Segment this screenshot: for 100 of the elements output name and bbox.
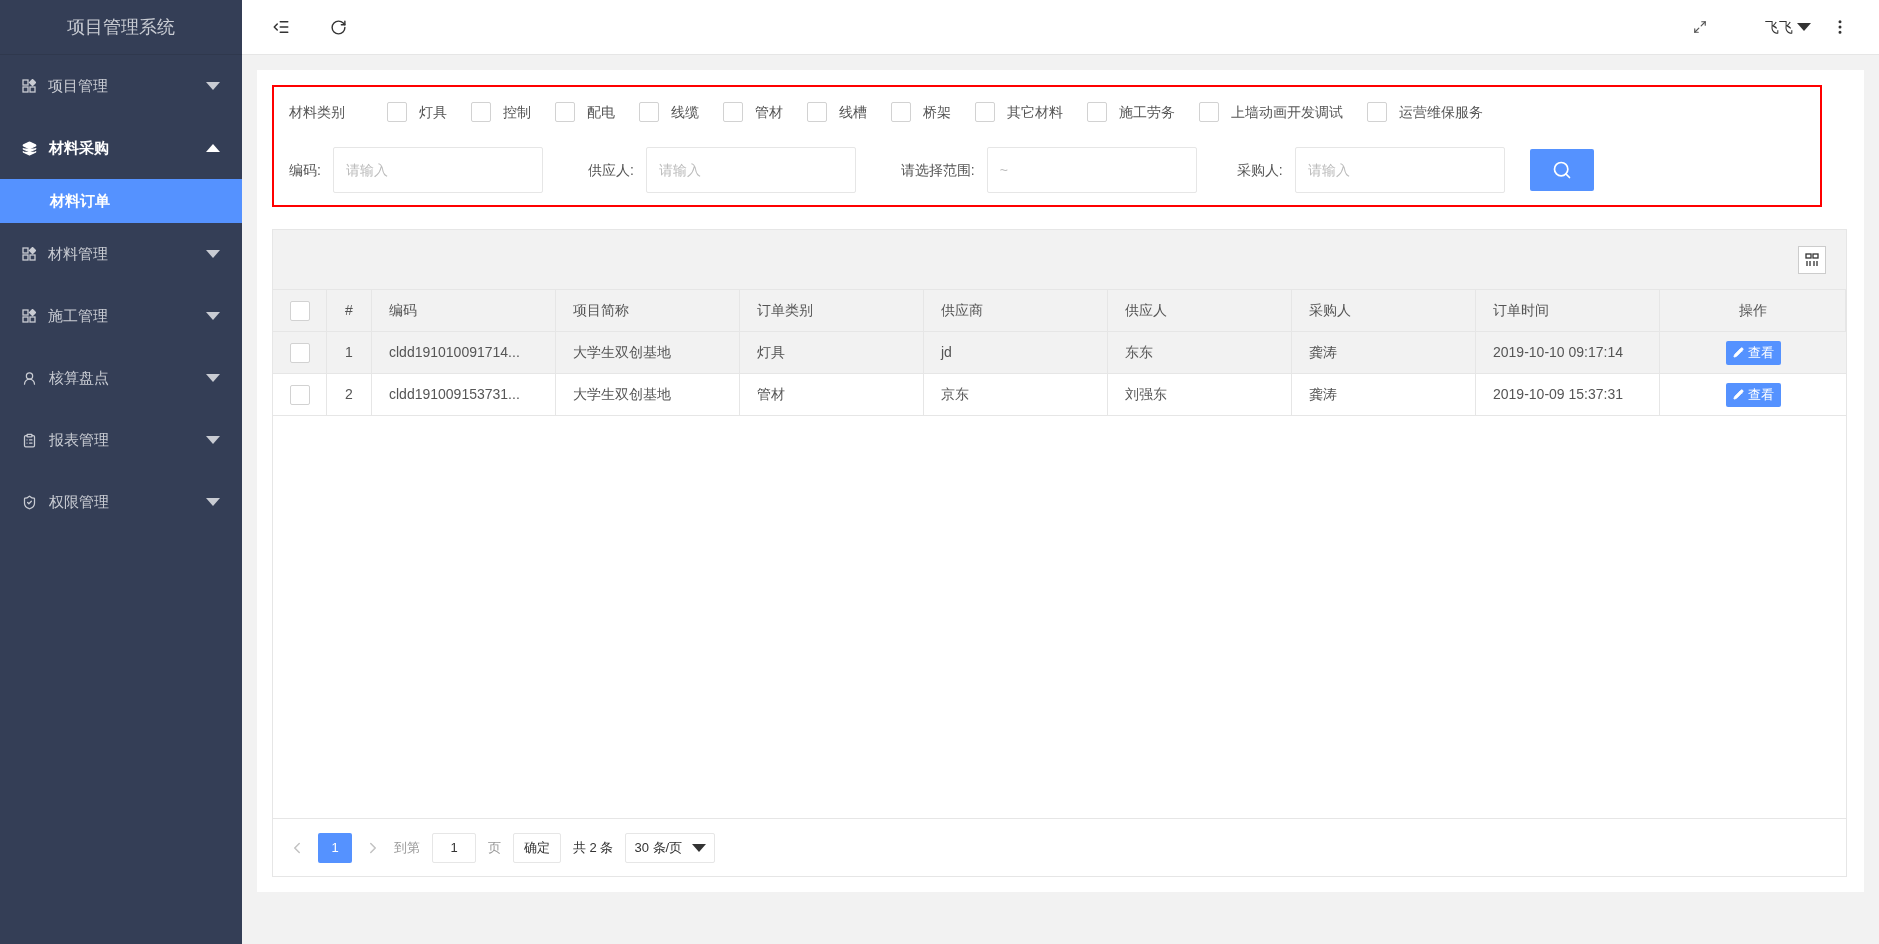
clipboard-icon	[22, 432, 37, 448]
row-checkbox[interactable]	[289, 342, 310, 363]
collapse-menu-icon[interactable]	[272, 18, 290, 36]
table-cell-text: 管材	[757, 385, 785, 404]
category-option[interactable]: 运营维保服务	[1399, 101, 1483, 123]
caret-down-icon	[206, 250, 220, 258]
caret-down-icon	[1797, 23, 1811, 31]
column-header: 订单时间	[1493, 301, 1549, 320]
column-header: 项目简称	[573, 301, 629, 320]
column-header: 编码	[389, 301, 417, 320]
category-label: 材料类别	[289, 102, 345, 122]
search-button[interactable]	[1529, 149, 1594, 191]
pencil-icon	[1732, 347, 1744, 358]
nav-item[interactable]: 材料管理	[0, 223, 242, 285]
columns-toggle-icon[interactable]	[1798, 245, 1826, 274]
caret-down-icon	[206, 498, 220, 506]
fullscreen-icon[interactable]	[1693, 20, 1707, 34]
category-option[interactable]: 线缆	[671, 101, 699, 123]
nav-item[interactable]: 施工管理	[0, 285, 242, 347]
page-unit: 页	[488, 838, 501, 857]
category-option[interactable]: 其它材料	[1007, 101, 1063, 123]
nav-item[interactable]: 权限管理	[0, 471, 242, 533]
user-icon	[22, 370, 37, 386]
column-header: 供应人	[1125, 301, 1167, 320]
input-field[interactable]: 请输入	[1294, 147, 1505, 193]
field-label: 请选择范围:	[900, 160, 975, 180]
select-all-checkbox[interactable]	[289, 300, 310, 321]
page-size-select[interactable]: 30 条/页	[625, 832, 716, 863]
refresh-icon[interactable]	[330, 18, 347, 36]
layers-icon	[22, 140, 37, 156]
table-cell-text: 1	[345, 343, 353, 362]
nav-item[interactable]: 材料采购	[0, 117, 242, 179]
category-checkbox[interactable]	[1087, 102, 1107, 122]
table-cell-text: 2019-10-09 15:37:31	[1493, 385, 1623, 404]
table-cell-text: 2019-10-10 09:17:14	[1493, 343, 1623, 362]
table-cell-text: jd	[941, 343, 952, 362]
nav-item[interactable]: 报表管理	[0, 409, 242, 471]
category-option[interactable]: 灯具	[419, 101, 447, 123]
category-option[interactable]: 上墙动画开发调试	[1231, 101, 1343, 123]
input-field[interactable]: 请输入	[645, 147, 856, 193]
goto-label: 到第	[394, 838, 420, 857]
grid-icon	[22, 247, 36, 261]
column-header: 订单类别	[757, 301, 813, 320]
caret-down-icon	[206, 82, 220, 90]
row-checkbox[interactable]	[289, 384, 310, 405]
table-cell-text: cldd191010091714...	[389, 343, 520, 362]
column-header: 操作	[1738, 301, 1767, 320]
shield-icon	[22, 494, 37, 510]
category-checkbox[interactable]	[807, 102, 827, 122]
field-label: 采购人:	[1236, 160, 1283, 180]
search-icon	[1551, 160, 1572, 180]
field-label: 供应人:	[587, 160, 634, 180]
user-menu[interactable]: 飞飞	[1765, 16, 1811, 38]
column-header: #	[345, 301, 353, 320]
caret-down-icon	[206, 312, 220, 320]
grid-icon	[22, 79, 36, 93]
category-checkbox[interactable]	[639, 102, 659, 122]
total-count: 共 2 条	[573, 838, 614, 857]
confirm-button[interactable]: 确定	[513, 832, 561, 863]
category-checkbox[interactable]	[387, 102, 407, 122]
app-title: 项目管理系统	[67, 15, 175, 39]
table-cell-text: 刘强东	[1125, 385, 1167, 404]
category-checkbox[interactable]	[471, 102, 491, 122]
table-cell-text: 京东	[941, 385, 969, 404]
category-option[interactable]: 配电	[587, 101, 615, 123]
table-cell-text: cldd191009153731...	[389, 385, 520, 404]
category-checkbox[interactable]	[1367, 102, 1387, 122]
category-checkbox[interactable]	[891, 102, 911, 122]
category-checkbox[interactable]	[555, 102, 575, 122]
table-cell-text: 灯具	[757, 343, 785, 362]
category-option[interactable]: 控制	[503, 101, 531, 123]
page-input[interactable]: 1	[432, 832, 476, 863]
grid-icon	[22, 309, 36, 323]
table-cell-text: 大学生双创基地	[573, 385, 671, 404]
field-label: 编码:	[289, 160, 321, 180]
caret-up-icon	[206, 144, 220, 152]
table-cell-text: 大学生双创基地	[573, 343, 671, 362]
caret-down-icon	[206, 374, 220, 382]
pencil-icon	[1732, 389, 1744, 400]
category-checkbox[interactable]	[723, 102, 743, 122]
column-header: 采购人	[1309, 301, 1351, 320]
input-field[interactable]: ~	[986, 147, 1197, 193]
category-option[interactable]: 线槽	[839, 101, 867, 123]
nav-item[interactable]: 项目管理	[0, 55, 242, 117]
category-option[interactable]: 管材	[755, 101, 783, 123]
caret-down-icon	[206, 436, 220, 444]
category-option[interactable]: 施工劳务	[1119, 101, 1175, 123]
table-cell-text: 龚涛	[1309, 343, 1337, 362]
caret-down-icon	[692, 843, 707, 852]
table-cell-text: 龚涛	[1309, 385, 1337, 404]
category-option[interactable]: 桥架	[923, 101, 951, 123]
input-field[interactable]: 请输入	[332, 147, 543, 193]
table-row[interactable]: 1 cldd191010091714... 大学生双创基地 灯具 jd 东东 龚涛 2019-10-10 09:17:14 查看	[273, 332, 1846, 374]
category-checkbox[interactable]	[1199, 102, 1219, 122]
table-cell-text: 2	[345, 385, 353, 404]
nav-item[interactable]: 核算盘点	[0, 347, 242, 409]
table-cell-text: 东东	[1125, 343, 1153, 362]
table-row[interactable]: 2 cldd191009153731... 大学生双创基地 管材 京东 刘强东 龚涛 2019-10-09 15:37:31 查看	[273, 374, 1846, 416]
column-header: 供应商	[941, 301, 983, 320]
category-checkbox[interactable]	[975, 102, 995, 122]
